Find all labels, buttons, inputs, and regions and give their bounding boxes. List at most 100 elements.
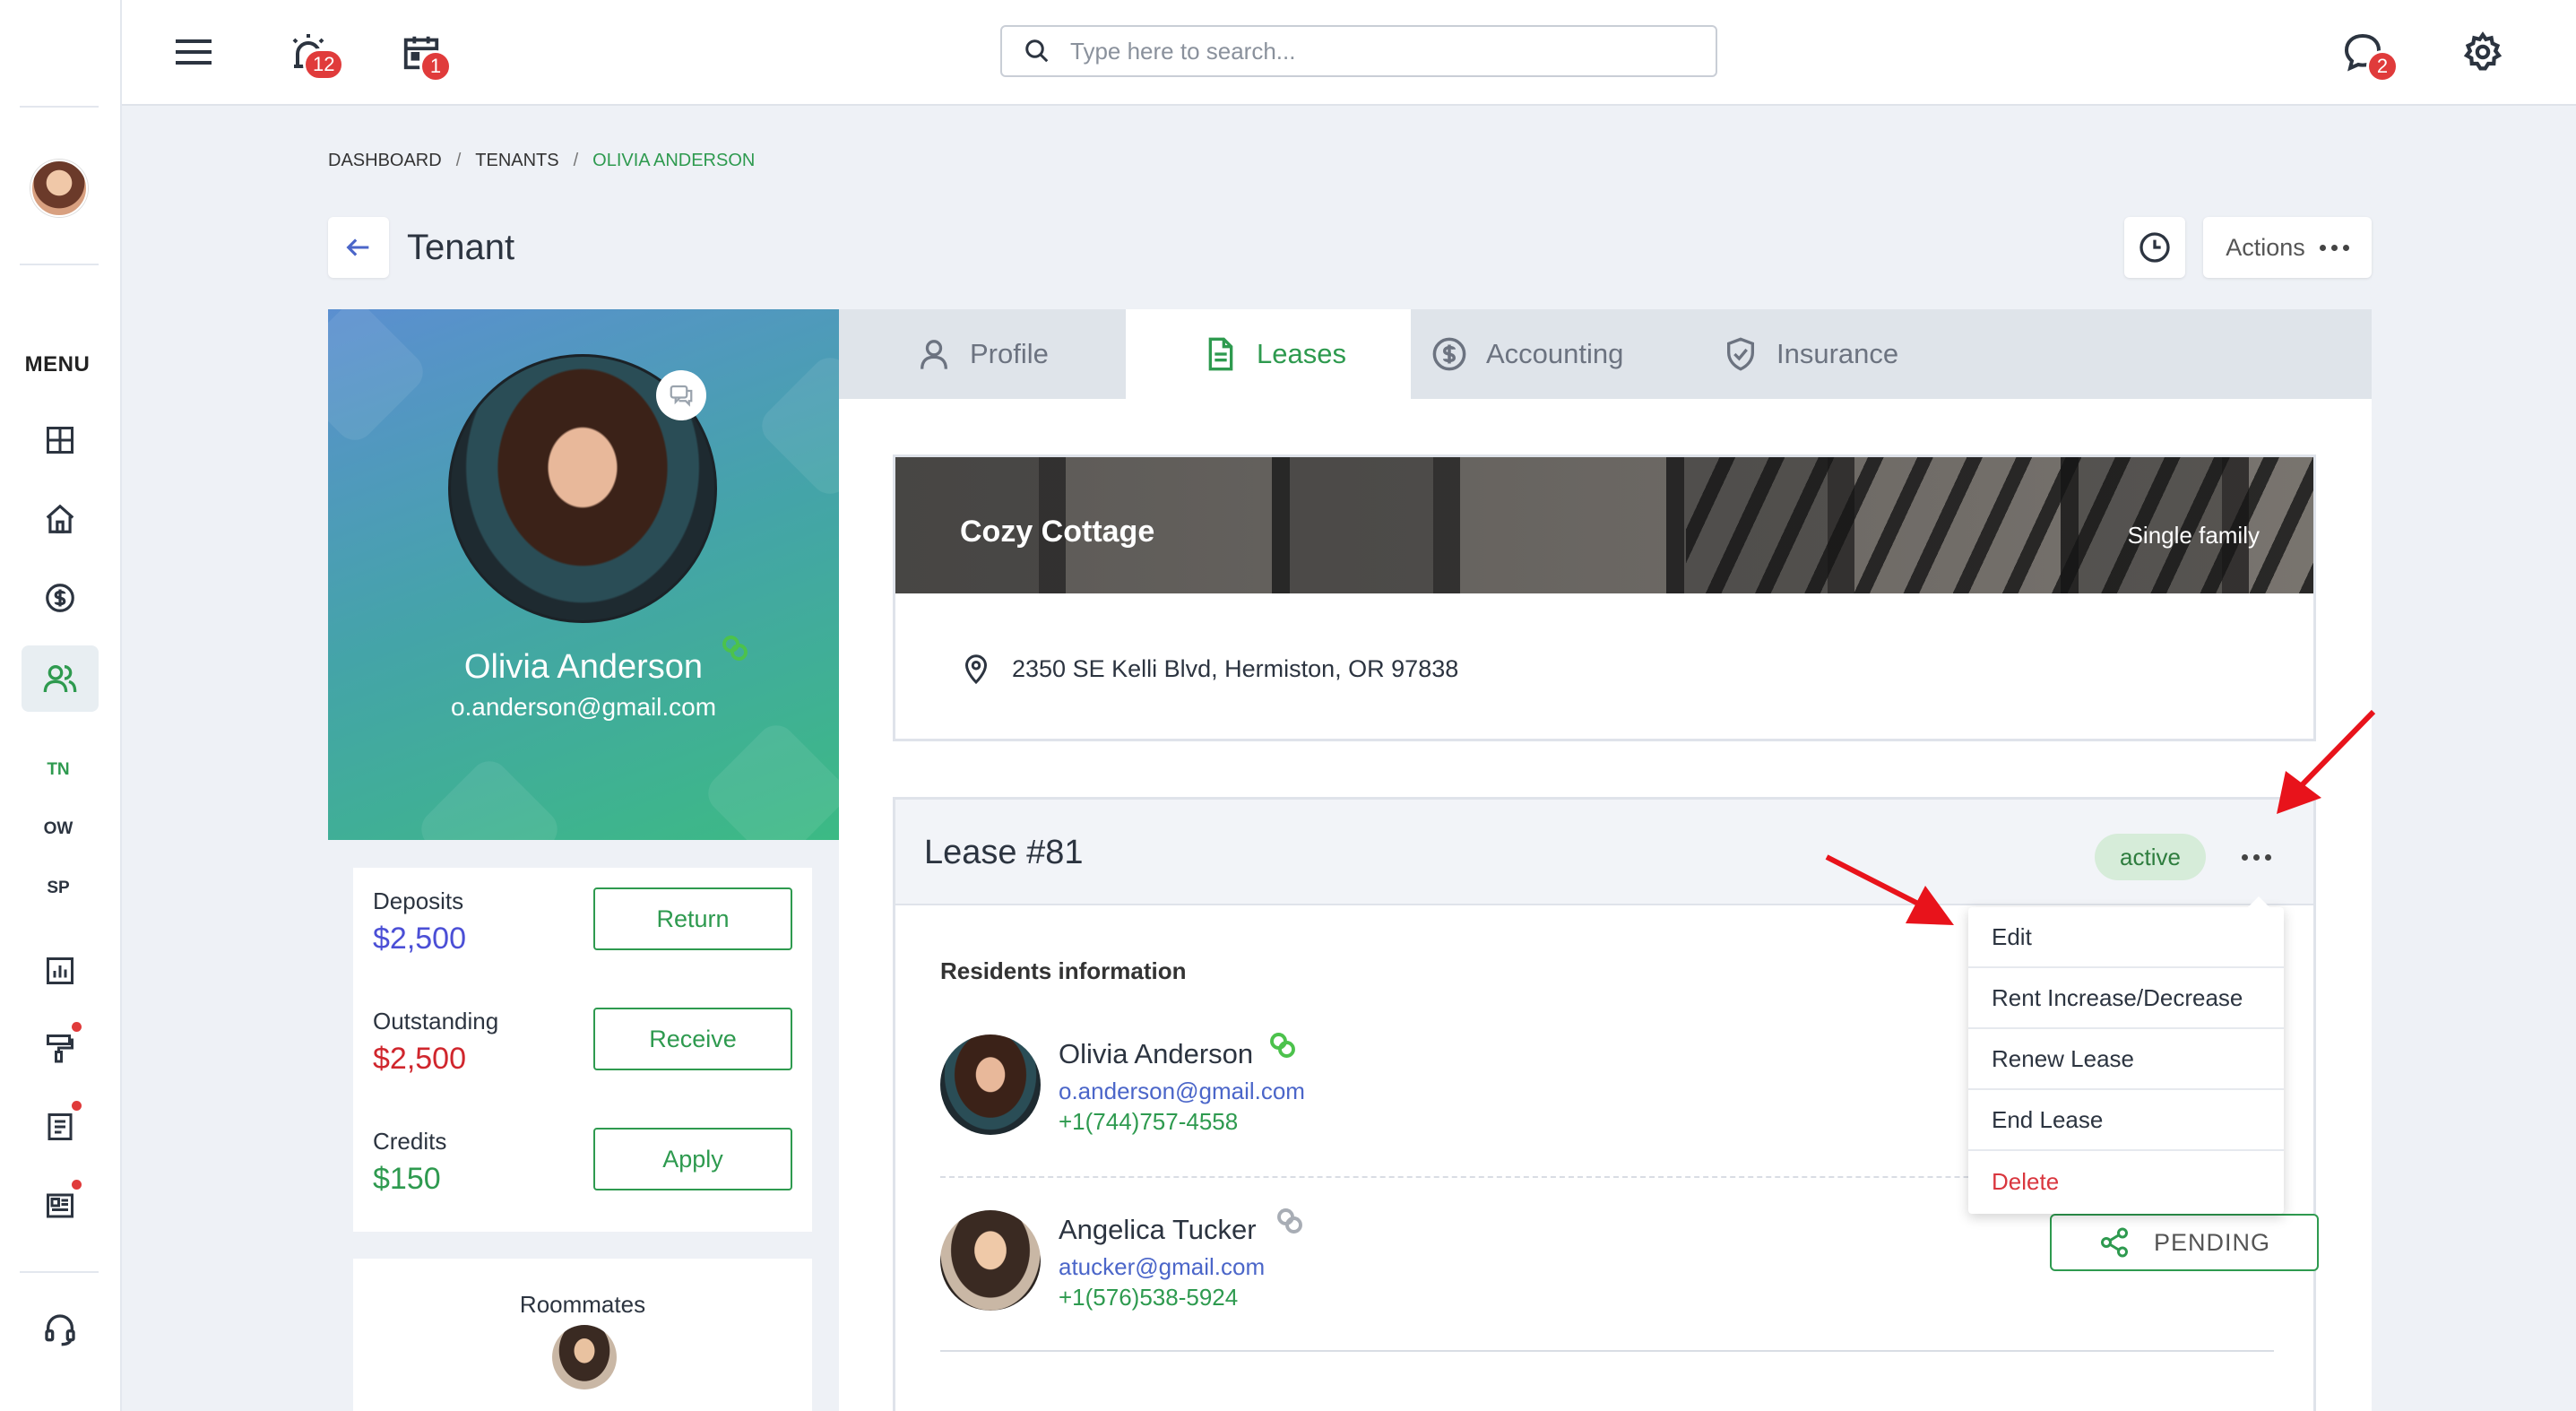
breadcrumb-separator: /: [455, 151, 462, 170]
residents-title: Residents information: [940, 957, 1187, 984]
sidebar: MENU TN OW SP: [0, 0, 122, 1411]
chat-icon: [670, 385, 693, 407]
status-badge: active: [2095, 834, 2206, 880]
dollar-icon: [1432, 337, 1466, 371]
alarm-badge: 12: [303, 48, 345, 81]
users-icon: [43, 665, 77, 693]
property-banner-image: Cozy Cottage Single family: [895, 457, 2313, 593]
arrow-left-icon: [346, 238, 369, 256]
sidebar-item-support[interactable]: [22, 1296, 99, 1363]
sidebar-shortcut-tn[interactable]: TN: [0, 760, 117, 780]
tab-label: Accounting: [1486, 338, 1624, 369]
tab-label: Insurance: [1776, 338, 1899, 369]
clock-icon: [2139, 232, 2170, 263]
property-name: Cozy Cottage: [960, 515, 1155, 549]
location-pin-icon: [964, 654, 988, 685]
resident-row: Angelica Tucker atucker@gmail.com +1(576…: [940, 1208, 2319, 1354]
breadcrumb-dashboard[interactable]: DASHBOARD: [328, 151, 442, 171]
sidebar-item-maintenance[interactable]: [22, 1015, 99, 1081]
more-dots-icon: [2241, 853, 2271, 861]
notification-dot: [72, 1022, 82, 1032]
resident-phone[interactable]: +1(744)757-4558: [1059, 1108, 1238, 1136]
sidebar-item-dashboard[interactable]: [22, 407, 99, 473]
shield-icon: [1727, 337, 1754, 371]
resident-avatar[interactable]: [940, 1034, 1041, 1135]
balances-panel: Deposits $2,500 Return Outstanding $2,50…: [353, 868, 812, 1232]
breadcrumb: DASHBOARD / TENANTS / OLIVIA ANDERSON: [328, 151, 755, 171]
decorative-shape: [700, 717, 839, 840]
balance-value: $2,500: [373, 922, 466, 956]
chat-button[interactable]: 2: [2336, 25, 2399, 82]
settings-button[interactable]: [2456, 25, 2510, 79]
receive-button[interactable]: Receive: [593, 1008, 792, 1070]
sidebar-divider: [20, 106, 99, 108]
home-icon: [46, 504, 74, 533]
actions-button[interactable]: Actions: [2203, 217, 2372, 278]
roommate-avatar[interactable]: [552, 1325, 617, 1389]
sidebar-item-news[interactable]: [22, 1173, 99, 1239]
resident-phone[interactable]: +1(576)538-5924: [1059, 1284, 1238, 1311]
resident-avatar[interactable]: [940, 1210, 1041, 1311]
balance-label: Outstanding: [373, 1008, 499, 1034]
link-icon: [1277, 1208, 1302, 1234]
bar-chart-icon: [47, 957, 73, 984]
breadcrumb-tenants[interactable]: TENANTS: [475, 151, 558, 171]
user-icon: [921, 340, 947, 369]
resident-name[interactable]: Olivia Anderson: [1059, 1038, 1253, 1070]
page-title: Tenant: [407, 228, 515, 267]
sidebar-item-accounting[interactable]: [22, 565, 99, 631]
sidebar-divider: [20, 264, 99, 265]
history-button[interactable]: [2124, 217, 2185, 278]
pending-label: PENDING: [2153, 1228, 2271, 1256]
menu-item-end-lease[interactable]: End Lease: [1968, 1090, 2284, 1151]
resident-email[interactable]: atucker@gmail.com: [1059, 1253, 1265, 1281]
share-icon: [2100, 1227, 2128, 1258]
menu-item-edit[interactable]: Edit: [1968, 907, 2284, 968]
calendar-badge: 1: [419, 50, 452, 82]
more-dots-icon: [2319, 244, 2349, 251]
resident-name[interactable]: Angelica Tucker: [1059, 1214, 1257, 1246]
sidebar-shortcut-sp[interactable]: SP: [0, 879, 117, 898]
tab-accounting[interactable]: Accounting: [1353, 309, 1649, 399]
lease-actions-menu: Edit Rent Increase/Decrease Renew Lease …: [1968, 896, 2284, 1214]
sidebar-item-reports[interactable]: [22, 938, 99, 1004]
headset-icon: [45, 1314, 75, 1346]
balance-deposits: Deposits $2,500 Return: [373, 887, 792, 986]
sidebar-item-properties[interactable]: [22, 486, 99, 552]
property-address: 2350 SE Kelli Blvd, Hermiston, OR 97838: [960, 653, 1458, 685]
pending-invite-button[interactable]: PENDING: [2050, 1214, 2319, 1271]
apply-button[interactable]: Apply: [593, 1128, 792, 1190]
search-input[interactable]: [1070, 37, 1680, 65]
tab-profile[interactable]: Profile: [839, 309, 1126, 399]
lease-more-button[interactable]: [2229, 839, 2283, 875]
decorative-shape: [754, 350, 839, 502]
main-panel: Profile Leases Accounting Insurance Cozy…: [839, 309, 2372, 1411]
breadcrumb-separator: /: [573, 151, 579, 170]
profile-card: Olivia Anderson o.anderson@gmail.com: [328, 309, 839, 840]
hamburger-menu-button[interactable]: [167, 25, 220, 79]
roommates-panel: Roommates: [353, 1259, 812, 1411]
property-type: Single family: [2127, 522, 2260, 549]
link-icon: [1270, 1033, 1295, 1058]
calendar-button[interactable]: 1: [394, 25, 452, 82]
gear-icon: [2463, 31, 2503, 71]
sidebar-item-documents[interactable]: [22, 1094, 99, 1160]
return-button[interactable]: Return: [593, 887, 792, 950]
sidebar-item-people[interactable]: [22, 645, 99, 712]
balance-label: Deposits: [373, 887, 464, 914]
alarm-button[interactable]: 12: [281, 25, 345, 81]
actions-label: Actions: [2226, 233, 2305, 261]
menu-item-delete[interactable]: Delete: [1968, 1151, 2284, 1212]
menu-item-renew-lease[interactable]: Renew Lease: [1968, 1029, 2284, 1090]
sidebar-shortcut-ow[interactable]: OW: [0, 819, 117, 839]
tab-insurance[interactable]: Insurance: [1646, 309, 1932, 399]
property-card[interactable]: Cozy Cottage Single family 2350 SE Kelli…: [893, 454, 2316, 741]
message-button[interactable]: [656, 370, 706, 420]
balance-value: $150: [373, 1162, 441, 1196]
back-button[interactable]: [328, 217, 389, 278]
user-avatar[interactable]: [30, 160, 88, 217]
resident-email[interactable]: o.anderson@gmail.com: [1059, 1078, 1305, 1105]
menu-item-rent-change[interactable]: Rent Increase/Decrease: [1968, 968, 2284, 1029]
notification-dot: [72, 1101, 82, 1111]
profile-email: o.anderson@gmail.com: [450, 693, 717, 721]
